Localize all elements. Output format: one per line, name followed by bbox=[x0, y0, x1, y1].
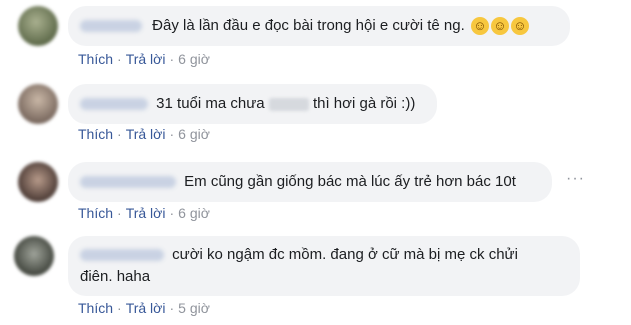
reply-link[interactable]: Trả lời bbox=[126, 126, 166, 142]
avatar[interactable] bbox=[18, 162, 58, 202]
grinning-sweat-emoji-icon: ☺ bbox=[470, 17, 489, 36]
timestamp[interactable]: 5 giờ bbox=[178, 300, 210, 316]
separator: · bbox=[117, 51, 122, 67]
comment-text-line: điên. haha bbox=[80, 268, 151, 285]
timestamp[interactable]: 6 giờ bbox=[178, 51, 210, 67]
comment-text-line: cười ko ngậm đc mồm. đang ở cữ mà bị mẹ … bbox=[172, 246, 518, 263]
commenter-name[interactable] bbox=[80, 249, 164, 262]
separator: · bbox=[169, 205, 175, 221]
separator: · bbox=[117, 126, 122, 142]
separator: · bbox=[117, 205, 122, 221]
separator: · bbox=[117, 300, 122, 316]
separator: · bbox=[169, 126, 175, 142]
comment-actions: Thích · Trả lời · 5 giờ bbox=[78, 300, 210, 316]
redacted-word bbox=[268, 97, 309, 111]
more-options-icon[interactable]: ··· bbox=[566, 170, 585, 188]
reply-link[interactable]: Trả lời bbox=[126, 51, 166, 67]
comment-actions: Thích · Trả lời · 6 giờ bbox=[78, 126, 210, 142]
like-link[interactable]: Thích bbox=[78, 205, 113, 221]
commenter-name[interactable] bbox=[80, 98, 148, 111]
avatar[interactable] bbox=[18, 84, 58, 124]
avatar[interactable] bbox=[14, 236, 54, 276]
reply-link[interactable]: Trả lời bbox=[126, 300, 166, 316]
comment-text: Em cũng gần giống bác mà lúc ấy trẻ hơn … bbox=[184, 173, 516, 190]
comment-bubble: cười ko ngậm đc mồm. đang ở cữ mà bị mẹ … bbox=[68, 236, 580, 296]
commenter-name[interactable] bbox=[80, 176, 176, 189]
commenter-name[interactable] bbox=[80, 20, 142, 33]
comment-text-part: thì hơi gà rồi :)) bbox=[312, 95, 416, 112]
comment-actions: Thích · Trả lời · 6 giờ bbox=[78, 51, 210, 67]
comment-bubble: Đây là lần đầu e đọc bài trong hội e cườ… bbox=[68, 6, 570, 46]
grinning-sweat-emoji-icon: ☺ bbox=[510, 17, 529, 36]
comment-actions: Thích · Trả lời · 6 giờ bbox=[78, 205, 210, 221]
like-link[interactable]: Thích bbox=[78, 126, 113, 142]
separator: · bbox=[169, 51, 175, 67]
separator: · bbox=[169, 300, 175, 316]
timestamp[interactable]: 6 giờ bbox=[178, 205, 210, 221]
timestamp[interactable]: 6 giờ bbox=[178, 126, 210, 142]
comment-text-part: 31 tuổi ma chưa bbox=[156, 95, 265, 112]
like-link[interactable]: Thích bbox=[78, 300, 113, 316]
grinning-sweat-emoji-icon: ☺ bbox=[490, 17, 509, 36]
reply-link[interactable]: Trả lời bbox=[126, 205, 166, 221]
like-link[interactable]: Thích bbox=[78, 51, 113, 67]
avatar[interactable] bbox=[18, 6, 58, 46]
comment-text: Đây là lần đầu e đọc bài trong hội e cườ… bbox=[152, 17, 465, 34]
comment-bubble: Em cũng gần giống bác mà lúc ấy trẻ hơn … bbox=[68, 162, 552, 202]
comment-bubble: 31 tuổi ma chưa thì hơi gà rồi :)) bbox=[68, 84, 437, 124]
